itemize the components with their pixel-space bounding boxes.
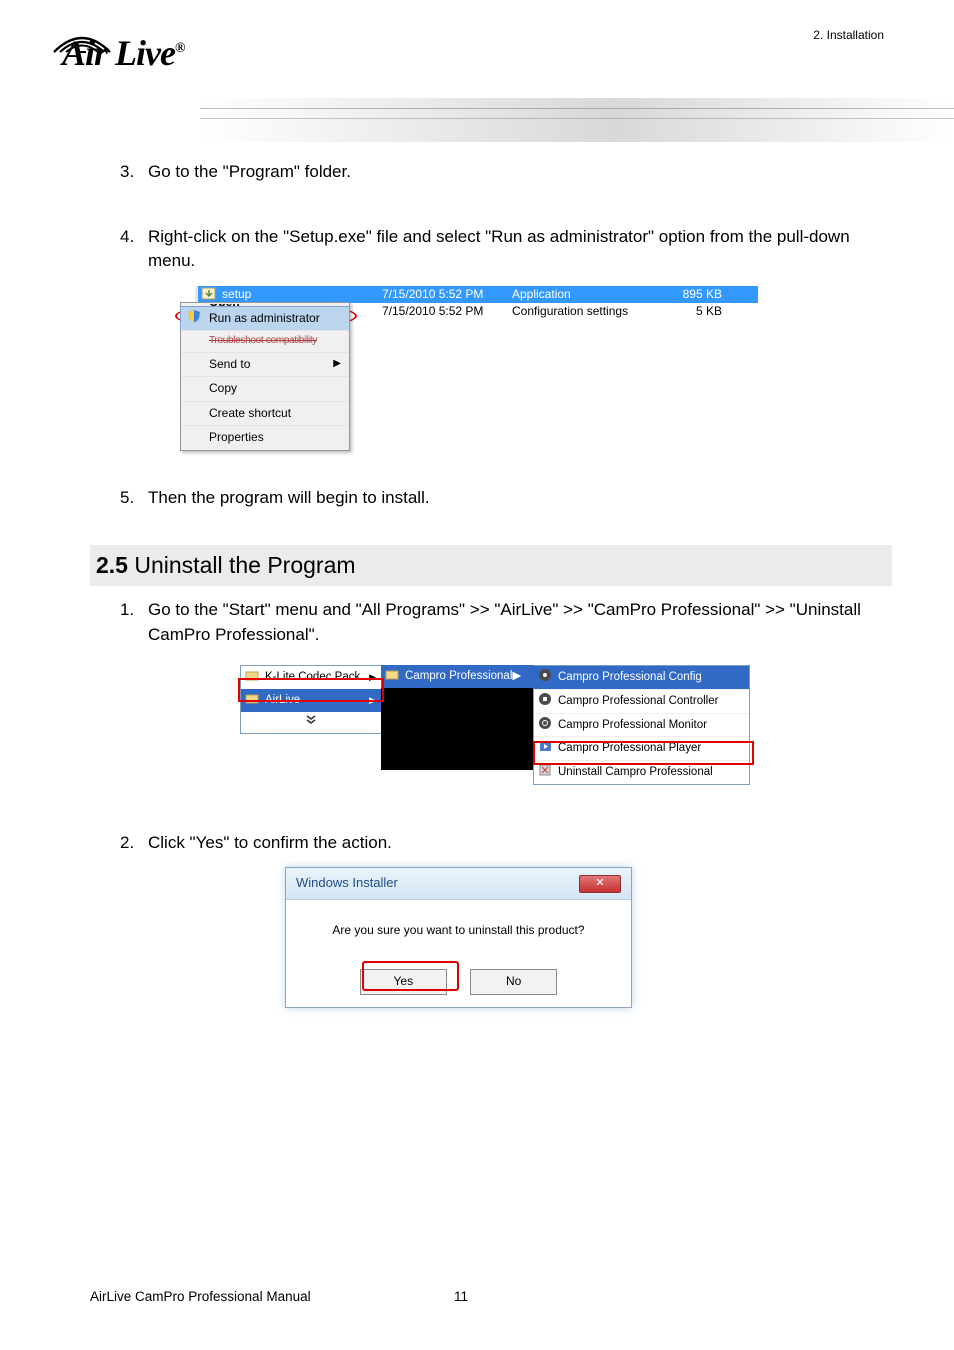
close-button[interactable]: ✕: [579, 875, 621, 893]
chevron-down-icon: [305, 714, 317, 726]
player-icon: [538, 739, 553, 754]
config-icon: [538, 668, 553, 683]
context-copy[interactable]: Copy: [181, 376, 349, 400]
file-row-selected[interactable]: setup 7/15/2010 5:52 PM Application 895 …: [198, 286, 758, 303]
step-text: Then the program will begin to install.: [148, 486, 880, 511]
controller-icon: [538, 692, 553, 707]
step-text: Go to the "Program" folder.: [148, 160, 880, 185]
header-separator: [200, 98, 954, 142]
file-size: 5 KB: [662, 303, 728, 320]
file-date: 7/15/2010 5:52 PM: [382, 286, 512, 303]
section-title: Uninstall the Program: [128, 552, 356, 578]
folder-icon: [245, 668, 260, 683]
menu-expand-chevron[interactable]: [241, 712, 381, 734]
menu-campro-monitor[interactable]: Campro Professional Monitor: [534, 713, 749, 737]
file-size: 895 KB: [662, 286, 728, 303]
dialog-message: Are you sure you want to uninstall this …: [302, 922, 615, 939]
menu-klite[interactable]: K-Lite Codec Pack▶: [241, 666, 381, 689]
screenshot-explorer: setup 7/15/2010 5:52 PM Application 895 …: [120, 286, 880, 442]
step-text: Right-click on the "Setup.exe" file and …: [148, 225, 880, 274]
submenu-background: [381, 688, 534, 770]
section-number: 2.5: [96, 552, 128, 578]
submenu-arrow-icon: ▶: [369, 671, 376, 684]
uninstall-icon: [538, 763, 553, 778]
section-heading: 2.5 Uninstall the Program: [90, 545, 892, 586]
submenu-arrow-icon: ▶: [333, 357, 341, 372]
context-properties[interactable]: Properties: [181, 425, 349, 449]
submenu-arrow-icon: ▶: [512, 670, 521, 682]
screenshot-start-menu: K-Lite Codec Pack▶ AirLive▶ Campro Profe…: [240, 659, 880, 784]
menu-airlive[interactable]: AirLive▶: [241, 689, 381, 712]
step-text: Click "Yes" to confirm the action.: [148, 831, 880, 856]
page-number: 11: [454, 1289, 468, 1304]
file-type: Application: [512, 286, 662, 303]
dialog-titlebar: Windows Installer ✕: [286, 868, 631, 900]
context-create-shortcut[interactable]: Create shortcut: [181, 401, 349, 425]
yes-button[interactable]: Yes: [360, 969, 447, 994]
folder-icon: [385, 667, 400, 682]
context-send-to[interactable]: Send to▶: [181, 352, 349, 376]
context-run-as-admin[interactable]: Run as administrator: [180, 306, 350, 331]
context-troubleshoot[interactable]: Troubleshoot compatibility: [181, 330, 349, 352]
shield-icon: [187, 309, 201, 323]
submenu-arrow-icon: ▶: [369, 694, 376, 707]
screenshot-dialog: Windows Installer ✕ Are you sure you wan…: [285, 867, 630, 1008]
step-number: 3.: [120, 160, 148, 185]
installer-icon: [201, 287, 217, 301]
step-number: 1.: [120, 598, 148, 647]
logo-text: Air Live: [62, 33, 175, 73]
folder-icon: [245, 691, 260, 706]
context-menu: Open Run as administrator Troubleshoot c…: [180, 302, 350, 451]
step-text: Go to the "Start" menu and "All Programs…: [148, 598, 880, 647]
no-button[interactable]: No: [470, 969, 557, 994]
step-number: 4.: [120, 225, 148, 274]
registered-mark: ®: [175, 41, 184, 56]
menu-uninstall-campro[interactable]: Uninstall Campro Professional: [534, 760, 749, 784]
monitor-icon: [538, 716, 553, 731]
menu-campro-player[interactable]: Campro Professional Player: [534, 736, 749, 760]
menu-campro-config[interactable]: Campro Professional Config: [534, 666, 749, 689]
file-name: setup: [220, 286, 382, 303]
dialog-title: Windows Installer: [296, 874, 398, 893]
logo: Air Live®: [62, 32, 184, 74]
file-type: Configuration settings: [512, 303, 662, 320]
file-date: 7/15/2010 5:52 PM: [382, 303, 512, 320]
breadcrumb: 2. Installation: [813, 28, 884, 42]
menu-campro-controller[interactable]: Campro Professional Controller: [534, 689, 749, 713]
step-number: 5.: [120, 486, 148, 511]
footer-text: AirLive CamPro Professional Manual: [90, 1289, 311, 1304]
menu-campro-professional[interactable]: Campro Professional▶: [381, 665, 534, 688]
step-number: 2.: [120, 831, 148, 856]
